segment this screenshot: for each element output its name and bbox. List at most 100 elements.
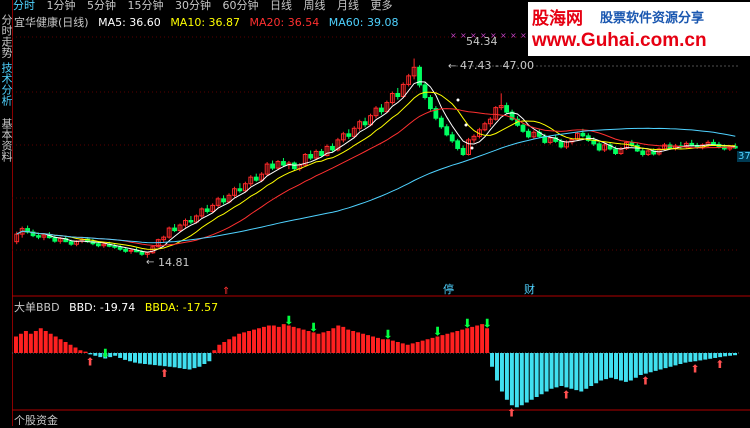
candle-body <box>689 142 695 146</box>
candle-body <box>308 153 314 159</box>
bbd-bar <box>594 353 599 384</box>
bbd-bar <box>88 353 93 355</box>
down-arrow-icon: ⬇ <box>433 325 443 339</box>
bbd-bar <box>197 353 202 367</box>
annotation-high: 54.34 <box>466 35 498 48</box>
bbd-bar <box>559 353 564 386</box>
candle-body <box>188 220 194 223</box>
bbd-bar <box>400 343 405 353</box>
bbd-bar <box>460 329 465 353</box>
candle-body <box>455 140 461 149</box>
bbd-bar <box>658 353 663 370</box>
bbd-bar <box>177 353 182 369</box>
bbd-bar <box>33 331 38 353</box>
bbd-bar <box>311 332 316 353</box>
bbd-bar <box>499 353 504 392</box>
bbd-bar <box>58 339 63 353</box>
cross-marker: × <box>510 31 517 40</box>
candle-body <box>449 134 455 142</box>
candle-body <box>221 198 226 203</box>
bbd-bar <box>341 326 346 353</box>
bbd-bar <box>405 344 410 353</box>
up-arrow-icon: ⬆ <box>641 375 650 388</box>
bbd-bar <box>623 353 628 382</box>
candle-body <box>504 105 510 113</box>
candle-body <box>428 97 433 110</box>
bbd-bar <box>673 353 678 366</box>
bbd-bar <box>504 353 509 400</box>
bbd-bar <box>524 353 529 403</box>
sar-dot <box>470 146 474 150</box>
bbd-bar <box>43 331 48 353</box>
candle-body <box>139 251 145 255</box>
bbd-bar <box>202 353 207 364</box>
bbd-bar <box>157 353 162 366</box>
bbd-bar <box>529 353 534 400</box>
bbd-bar <box>68 344 73 353</box>
candle-body <box>291 162 297 170</box>
candlestick-chart[interactable]: ⬇⬇⬇⬇⬇⬇⬇⬆⬆⬆⬆⬆⬆⬆×××××××××× 14.81 54.34 47.… <box>0 0 750 426</box>
indicator-bbda: BBDA: -17.57 <box>144 301 219 314</box>
bbd-bar <box>182 353 187 369</box>
double-up-marker: ⇑ <box>222 286 230 297</box>
stop-marker: 停 <box>443 282 454 296</box>
bbd-bar <box>351 331 356 353</box>
bbd-bar <box>519 353 524 406</box>
up-arrow-icon: ⬆ <box>690 362 699 375</box>
arrow-left-low: ← <box>146 257 154 268</box>
candle-body <box>68 241 74 245</box>
up-arrow-icon: ⬆ <box>715 358 724 371</box>
arrow-left-range: ← <box>448 61 456 72</box>
candle-body <box>613 148 618 154</box>
candle-body <box>52 237 58 242</box>
watermark-cn: 股海网 <box>532 9 583 29</box>
finance-marker: 财 <box>524 282 535 296</box>
candle-body <box>395 93 401 98</box>
bbd-bar <box>271 325 276 353</box>
bbd-bars-group <box>14 324 737 408</box>
bbd-bar <box>554 353 559 388</box>
bbd-bar <box>118 353 123 358</box>
bbd-bar <box>321 332 326 353</box>
bbd-bar <box>371 336 375 353</box>
bbd-bar <box>733 353 737 356</box>
down-arrow-icon: ⬇ <box>284 314 294 328</box>
bbd-bar <box>83 351 88 353</box>
bbd-bar <box>113 353 118 356</box>
bbd-bar <box>291 326 296 353</box>
bbd-bar <box>301 329 306 353</box>
bbd-bar <box>266 325 271 353</box>
bbd-bar <box>48 333 53 353</box>
candle-body <box>580 132 586 137</box>
bbd-bar <box>128 353 133 362</box>
candle-body <box>596 143 602 151</box>
watermark-logo: 股海网 股票软件资源分享 www.Guhai.com.cn <box>528 2 750 56</box>
bbd-bar <box>728 353 733 356</box>
candle-body <box>640 150 646 155</box>
bbd-bar <box>663 353 668 369</box>
bbd-bar <box>470 326 475 353</box>
candle-body <box>172 227 177 232</box>
watermark-slogan: 股票软件资源分享 <box>600 11 705 26</box>
bbd-bar <box>703 353 708 360</box>
bbd-bar <box>465 328 470 353</box>
bbd-bar <box>361 333 366 353</box>
bbd-bar <box>569 353 574 389</box>
bbd-bar <box>247 331 252 353</box>
bbd-bar <box>63 342 68 353</box>
candle-body <box>319 150 324 156</box>
bbd-bar <box>509 353 514 406</box>
candle-body <box>281 161 286 166</box>
bbd-bar <box>192 353 197 369</box>
down-arrow-icon: ⬇ <box>383 327 393 341</box>
up-arrow-icon: ⬆ <box>507 406 516 419</box>
bbd-bar <box>237 333 242 353</box>
bbd-bar <box>420 340 425 353</box>
bbd-bar <box>217 344 222 353</box>
bbd-bar <box>137 353 142 364</box>
bbd-bar <box>455 331 460 353</box>
bbd-bar <box>609 353 614 378</box>
bbd-bar <box>648 353 653 373</box>
bbd-bar <box>147 353 152 365</box>
bbd-bar <box>162 353 167 367</box>
